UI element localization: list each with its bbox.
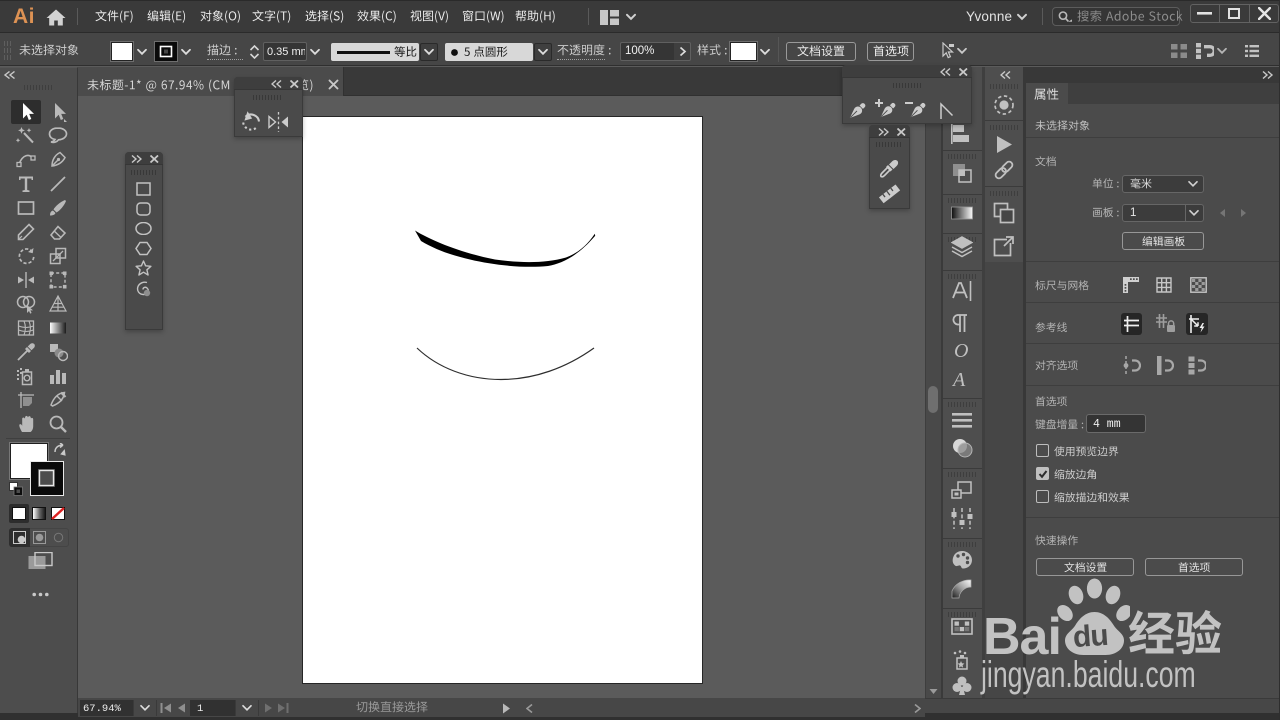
svg-text:O: O xyxy=(954,340,968,362)
svg-text:A: A xyxy=(951,369,966,391)
